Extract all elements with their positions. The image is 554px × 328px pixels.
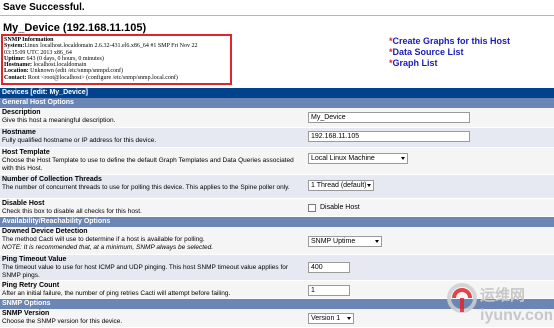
device-title: My_Device (192.168.11.105) [3, 22, 147, 34]
threads-help: The number of concurrent threads to use … [2, 184, 290, 191]
link-create-graphs[interactable]: *Create Graphs for this Host [389, 36, 510, 47]
downed-detection-title: Downed Device Detection [2, 228, 88, 235]
ping-retry-title: Ping Retry Count [2, 282, 60, 289]
ping-timeout-input[interactable]: 400 [308, 262, 350, 273]
host-links: *Create Graphs for this Host *Data Sourc… [389, 36, 510, 69]
chevron-down-icon [401, 157, 405, 160]
downed-detection-help: The method Cacti will use to determine i… [2, 236, 205, 243]
devices-header: Devices [edit: My_Device] [0, 88, 554, 98]
iyunv-watermark-logo: 运维网 iyunv.com [447, 283, 552, 324]
description-title: Description [2, 109, 41, 116]
field-collection-threads: Number of Collection Threads The number … [0, 175, 554, 199]
divider [0, 15, 554, 16]
downed-detection-note: NOTE: It is recommended that, at a minim… [2, 244, 214, 251]
description-help: Give this host a meaningful description. [2, 117, 116, 124]
threads-select[interactable]: 1 Thread (default) [308, 180, 374, 191]
snmp-information-panel: SNMP Information System:Linux localhost.… [1, 34, 232, 85]
snmp-version-title: SNMP Version [2, 310, 50, 317]
field-disable-host: Disable Host Check this box to disable a… [0, 199, 554, 217]
ping-retry-input[interactable]: 1 [308, 285, 350, 296]
field-description: Description Give this host a meaningful … [0, 108, 554, 128]
disable-host-title: Disable Host [2, 200, 45, 207]
ping-timeout-help: The timeout value to use for host ICMP a… [2, 264, 289, 279]
ping-timeout-title: Ping Timeout Value [2, 256, 67, 263]
chevron-down-icon [367, 184, 371, 187]
hostname-title: Hostname [2, 129, 36, 136]
host-template-select[interactable]: Local Linux Machine [308, 153, 408, 164]
ping-retry-help: After an initial failure, the number of … [2, 290, 231, 297]
threads-title: Number of Collection Threads [2, 176, 102, 183]
save-status-message: Save Successful. [3, 2, 85, 13]
snmp-version-select[interactable]: Version 1 [308, 313, 354, 324]
availability-header: Availability/Reachability Options [0, 217, 554, 227]
host-template-title: Host Template [2, 149, 50, 156]
link-data-source-list[interactable]: *Data Source List [389, 47, 510, 58]
hostname-help: Fully qualified hostname or IP address f… [2, 137, 157, 144]
snmp-system: System:Linux localhost.localdomain 2.6.3… [4, 43, 198, 50]
general-options-header: General Host Options [0, 98, 554, 108]
chevron-down-icon [347, 317, 351, 320]
field-host-template: Host Template Choose the Host Template t… [0, 148, 554, 175]
snmp-contact: Contact: Root <root@localhost> (configur… [4, 74, 178, 81]
host-template-help: Choose the Host Template to use to defin… [2, 157, 294, 172]
field-hostname: Hostname Fully qualified hostname or IP … [0, 128, 554, 148]
disable-host-help: Check this box to disable all checks for… [2, 208, 142, 215]
disable-host-checkbox[interactable] [308, 204, 316, 212]
snmp-version-help: Choose the SNMP version for this device. [2, 318, 123, 325]
disable-host-checkbox-label: Disable Host [320, 204, 360, 211]
downed-detection-select[interactable]: SNMP Uptime [308, 236, 382, 247]
watermark-title: 运维网 [480, 286, 525, 304]
watermark-url: iyunv.com [480, 307, 552, 324]
field-downed-detection: Downed Device Detection The method Cacti… [0, 227, 554, 255]
chevron-down-icon [375, 240, 379, 243]
link-graph-list[interactable]: *Graph List [389, 58, 510, 69]
description-input[interactable]: My_Device [308, 112, 470, 123]
hostname-input[interactable]: 192.168.11.105 [308, 131, 470, 142]
